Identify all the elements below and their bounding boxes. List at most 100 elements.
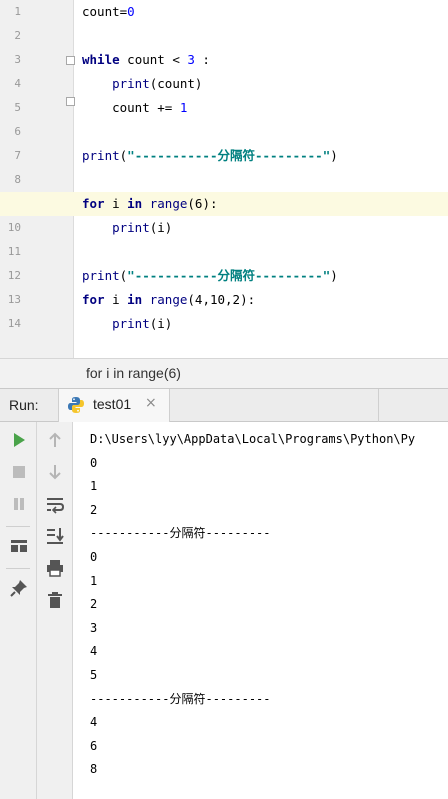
console-line: 8 bbox=[90, 762, 98, 776]
code-token: while bbox=[82, 52, 120, 67]
toolbar-separator bbox=[6, 526, 30, 527]
run-toolbar-secondary bbox=[37, 422, 73, 799]
console-line: 0 bbox=[90, 550, 98, 564]
console-line: 4 bbox=[90, 715, 98, 729]
scroll-to-end-icon[interactable] bbox=[45, 526, 67, 548]
fold-open-icon[interactable] bbox=[66, 56, 75, 65]
console-line: -----------分隔符--------- bbox=[90, 526, 271, 540]
code-text: for i in range(4,10,2): bbox=[82, 288, 255, 312]
code-token: range bbox=[149, 196, 188, 211]
console-line: 0 bbox=[90, 456, 98, 470]
code-editor[interactable]: 1234567891011121314 count=0while count <… bbox=[0, 0, 448, 358]
code-text: print("-----------分隔符---------") bbox=[82, 264, 338, 288]
code-line[interactable]: print("-----------分隔符---------") bbox=[0, 264, 448, 288]
print-icon[interactable] bbox=[45, 558, 67, 580]
code-token: in bbox=[127, 196, 143, 211]
code-token: i bbox=[104, 292, 128, 307]
code-text: print(i) bbox=[82, 216, 172, 240]
console-line: 3 bbox=[90, 621, 98, 635]
code-token: 3 bbox=[187, 52, 195, 67]
code-token: print bbox=[112, 220, 150, 235]
code-line[interactable]: for i in range(6): bbox=[0, 192, 448, 216]
code-token: "-----------分隔符---------" bbox=[127, 268, 331, 283]
run-console-output[interactable]: D:\Users\lyy\AppData\Local\Programs\Pyth… bbox=[74, 422, 448, 799]
breadcrumb[interactable]: for i in range(6) bbox=[0, 358, 448, 388]
code-token: ) bbox=[330, 148, 338, 163]
code-token: ) bbox=[330, 268, 338, 283]
code-line[interactable]: count=0 bbox=[0, 0, 448, 24]
stop-icon[interactable] bbox=[9, 462, 31, 484]
console-line: 2 bbox=[90, 503, 98, 517]
code-token: count= bbox=[82, 4, 128, 19]
code-token: print bbox=[112, 316, 150, 331]
code-text: print(i) bbox=[82, 312, 172, 336]
breadcrumb-item[interactable]: for i in range(6) bbox=[86, 365, 181, 381]
pin-icon[interactable] bbox=[9, 578, 31, 600]
code-token: count < bbox=[119, 52, 188, 67]
console-line: 1 bbox=[90, 479, 98, 493]
code-text: while count < 3 : bbox=[82, 48, 210, 72]
code-token: print bbox=[82, 268, 120, 283]
divider bbox=[378, 389, 379, 422]
code-line[interactable] bbox=[0, 240, 448, 264]
code-line[interactable]: print("-----------分隔符---------") bbox=[0, 144, 448, 168]
code-line[interactable] bbox=[0, 120, 448, 144]
code-token: (6): bbox=[187, 196, 218, 211]
code-text: print(count) bbox=[82, 72, 202, 96]
console-line: 2 bbox=[90, 597, 98, 611]
code-line[interactable]: print(i) bbox=[0, 312, 448, 336]
code-token: 0 bbox=[127, 4, 135, 19]
code-token: 1 bbox=[179, 100, 188, 115]
code-text: print("-----------分隔符---------") bbox=[82, 144, 338, 168]
down-arrow-icon[interactable] bbox=[45, 462, 67, 484]
console-line: 6 bbox=[90, 739, 98, 753]
soft-wrap-icon[interactable] bbox=[45, 494, 67, 516]
up-arrow-icon[interactable] bbox=[45, 430, 67, 452]
code-token: range bbox=[149, 292, 188, 307]
console-line: 5 bbox=[90, 668, 98, 682]
code-text: for i in range(6): bbox=[82, 192, 218, 216]
code-line[interactable]: print(i) bbox=[0, 216, 448, 240]
code-token: count += bbox=[82, 100, 180, 115]
code-token: "-----------分隔符---------" bbox=[127, 148, 331, 163]
python-icon bbox=[68, 397, 84, 413]
run-toolwindow-header: Run: test01 × bbox=[0, 388, 448, 422]
console-line: 1 bbox=[90, 574, 98, 588]
code-token: (i) bbox=[149, 220, 173, 235]
console-line: D:\Users\lyy\AppData\Local\Programs\Pyth… bbox=[90, 432, 416, 446]
code-line[interactable] bbox=[0, 24, 448, 48]
code-line[interactable]: print(count) bbox=[0, 72, 448, 96]
run-label: Run: bbox=[9, 397, 39, 413]
code-token: print bbox=[82, 148, 120, 163]
code-line[interactable]: for i in range(4,10,2): bbox=[0, 288, 448, 312]
run-toolbar-primary bbox=[0, 422, 37, 799]
code-text: count += 1 bbox=[82, 96, 187, 120]
toolbar-separator bbox=[6, 568, 30, 569]
code-token: for bbox=[82, 292, 105, 307]
fold-close-icon[interactable] bbox=[66, 97, 75, 106]
close-icon[interactable]: × bbox=[145, 395, 157, 411]
console-line: 4 bbox=[90, 644, 98, 658]
code-line[interactable] bbox=[0, 168, 448, 192]
code-token: : bbox=[194, 52, 210, 67]
code-text: count=0 bbox=[82, 0, 135, 24]
code-token: for bbox=[82, 196, 105, 211]
code-token: (4,10,2): bbox=[187, 292, 256, 307]
code-token: in bbox=[127, 292, 143, 307]
code-token: print bbox=[112, 76, 150, 91]
rerun-icon[interactable] bbox=[9, 430, 31, 452]
code-token: (i) bbox=[149, 316, 173, 331]
trash-icon[interactable] bbox=[45, 590, 67, 612]
console-line: -----------分隔符--------- bbox=[90, 692, 271, 706]
code-token: i bbox=[104, 196, 128, 211]
layout-icon[interactable] bbox=[9, 536, 31, 558]
pause-icon[interactable] bbox=[9, 494, 31, 516]
code-token: (count) bbox=[149, 76, 203, 91]
run-tab-label: test01 bbox=[93, 396, 132, 412]
run-tab-test01[interactable]: test01 × bbox=[58, 389, 170, 422]
